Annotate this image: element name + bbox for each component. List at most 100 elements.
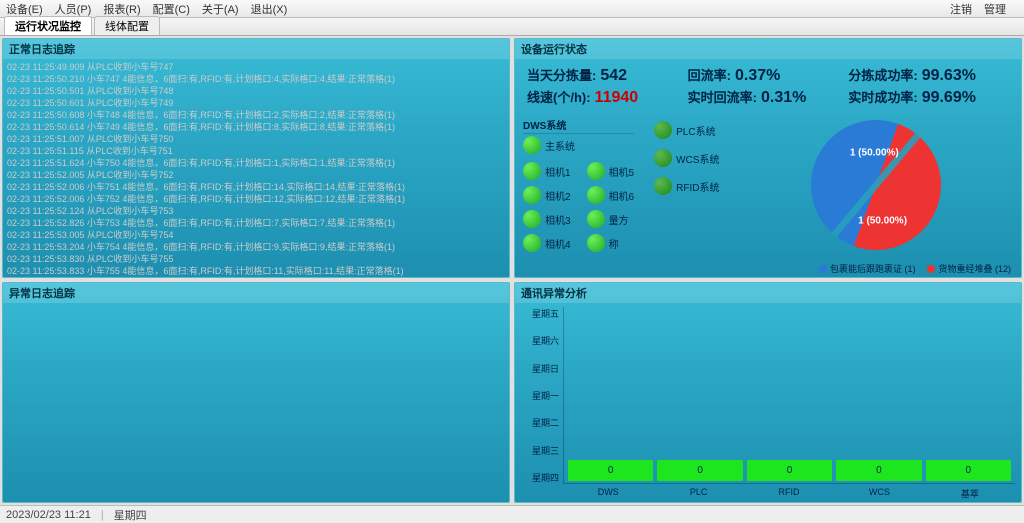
status-dot [654,149,672,167]
y-axis-label: 星期三 [519,444,559,457]
status-indicator: 相机1 [523,162,571,180]
status-indicator: 相机4 [523,234,571,252]
log-line: 02-23 11:25:50.210 小车747 4能信息，6面扫:有,RFID… [7,73,505,85]
status-dot [587,186,605,204]
y-axis-label: 星期二 [519,416,559,429]
system-indicator: PLC系统 [654,121,719,139]
line-speed-value: 11940 [595,89,639,106]
status-dot [654,177,672,195]
rt-sort-rate-label: 实时成功率: [848,90,917,105]
y-axis-label: 星期四 [519,471,559,484]
status-label: 相机1 [545,164,571,179]
status-dot [587,162,605,180]
tab-bar: 运行状况监控 线体配置 [0,18,1024,36]
bar: 0 [747,460,832,481]
log-line: 02-23 11:25:53.833 小车755 4能信息，6面扫:有,RFID… [7,265,505,277]
today-sort-value: 542 [600,67,627,84]
y-axis-label: 星期六 [519,334,559,347]
x-axis-label: PLC [653,487,743,500]
status-indicator: 相机3 [523,210,571,228]
status-dot [523,162,541,180]
log-line: 02-23 11:25:52.006 小车752 4能信息，6面扫:有,RFID… [7,193,505,205]
status-dot-main [523,136,541,154]
system-indicator: RFID系统 [654,177,719,195]
dws-title: DWS系统 [523,117,634,134]
menu-device[interactable]: 设备(E) [6,1,43,17]
status-label: 相机2 [545,188,571,203]
reflow-value: 0.37% [735,67,780,84]
menu-person[interactable]: 人员(P) [55,1,92,17]
pie-red-label: 1 (50.00%) [850,147,899,158]
normal-log-body[interactable]: 02-23 11:25:49.909 从PLC收到小车号74702-23 11:… [3,59,509,277]
y-axis-label: 星期五 [519,307,559,320]
pie-chart: 1 (50.00%) 1 (50.00%) [793,101,960,268]
system-indicator: WCS系统 [654,149,719,167]
status-indicator: 相机5 [587,162,635,180]
normal-log-title: 正常日志追踪 [3,39,509,59]
menu-logout[interactable]: 注销 [950,1,972,17]
log-line: 02-23 11:25:50.501 从PLC收到小车号748 [7,85,505,97]
log-line: 02-23 11:25:52.124 从PLC收到小车号753 [7,205,505,217]
line-speed-label: 线速(个/h): [527,90,591,105]
status-label: 相机4 [545,236,571,251]
x-axis-label: RFID [744,487,834,500]
legend-red-label: 货物重经堆叠 (12) [938,262,1011,275]
status-label: 相机3 [545,212,571,227]
status-dot [654,121,672,139]
status-indicator: 量方 [587,210,635,228]
sort-rate-label: 分拣成功率: [848,68,917,83]
status-label: 量方 [609,212,629,227]
status-bar: 2023/02/23 11:21 | 星期四 [0,505,1024,523]
x-axis-label: DWS [563,487,653,500]
bar: 0 [836,460,921,481]
tab-line-config[interactable]: 线体配置 [94,16,160,35]
main-system-label: 主系统 [545,138,575,153]
status-indicator: 相机2 [523,186,571,204]
log-line: 02-23 11:25:53.204 小车754 4能信息，6面扫:有,RFID… [7,241,505,253]
sort-rate-value: 99.63% [922,67,976,84]
log-line: 02-23 11:25:50.608 小车748 4能信息，6面扫:有,RFID… [7,109,505,121]
pie-legend: 包裹能后跟跑裹证 (1) 货物重经堆叠 (12) [819,262,1011,275]
log-line: 02-23 11:25:51.007 从PLC收到小车号750 [7,133,505,145]
bar: 0 [926,460,1011,481]
system-label: WCS系统 [676,151,719,166]
status-dot [587,234,605,252]
status-dot [587,210,605,228]
menu-about[interactable]: 关于(A) [202,1,239,17]
comm-analysis-title: 通讯异常分析 [515,283,1021,303]
normal-log-panel: 正常日志追踪 02-23 11:25:49.909 从PLC收到小车号74702… [2,38,510,278]
rt-sort-rate-value: 99.69% [922,89,976,106]
x-axis-label: 基萃 [925,487,1015,500]
x-axis-label: WCS [834,487,924,500]
error-log-panel: 异常日志追踪 [2,282,510,503]
status-dot [523,186,541,204]
status-indicator: 称 [587,234,635,252]
menu-report[interactable]: 报表(R) [103,1,140,17]
log-line: 02-23 11:25:50.601 从PLC收到小车号749 [7,97,505,109]
menu-exit[interactable]: 退出(X) [251,1,288,17]
system-label: PLC系统 [676,123,715,138]
log-line: 02-23 11:25:52.826 小车753 4能信息，6面扫:有,RFID… [7,217,505,229]
log-line: 02-23 11:25:51.624 小车750 4能信息，6面扫:有,RFID… [7,157,505,169]
rt-reflow-value: 0.31% [761,89,806,106]
log-line: 02-23 11:25:49.909 从PLC收到小车号747 [7,61,505,73]
menu-admin[interactable]: 管理 [984,1,1006,17]
log-line: 02-23 11:25:53.005 从PLC收到小车号754 [7,229,505,241]
error-log-title: 异常日志追踪 [3,283,509,303]
tab-runtime-monitor[interactable]: 运行状况监控 [4,16,92,35]
log-line: 02-23 11:25:51.115 从PLC收到小车号751 [7,145,505,157]
status-dot [523,210,541,228]
legend-dot-blue [819,265,827,273]
log-line: 02-23 11:25:52.005 从PLC收到小车号752 [7,169,505,181]
status-label: 相机6 [609,188,635,203]
error-log-body[interactable] [3,303,509,502]
status-indicator: 相机6 [587,186,635,204]
today-sort-label: 当天分拣量: [527,68,596,83]
comm-analysis-panel: 通讯异常分析 星期五星期六星期日星期一星期二星期三星期四 00000 DWSPL… [514,282,1022,503]
reflow-label: 回流率: [688,68,731,83]
menu-config[interactable]: 配置(C) [153,1,190,17]
log-line: 02-23 11:25:52.006 小车751 4能信息，6面扫:有,RFID… [7,181,505,193]
legend-blue-label: 包裹能后跟跑裹证 (1) [830,262,916,275]
status-label: 相机5 [609,164,635,179]
log-line: 02-23 11:25:53.830 从PLC收到小车号755 [7,253,505,265]
